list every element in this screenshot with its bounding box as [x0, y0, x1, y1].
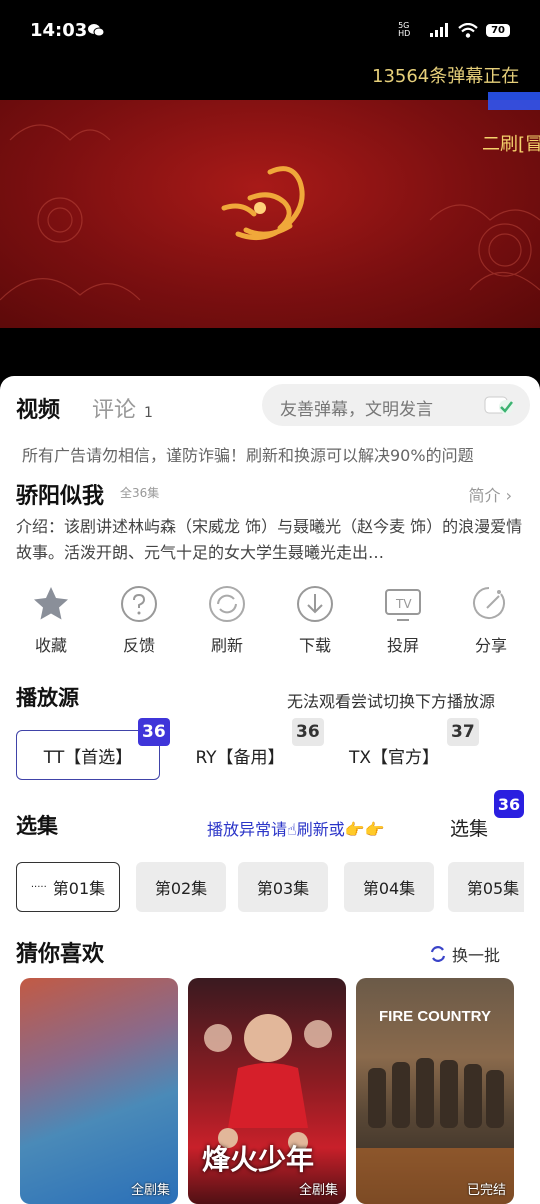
card-tag: 已完结: [466, 1183, 506, 1198]
danmu-input[interactable]: 友善弹幕，文明发言: [262, 384, 530, 426]
signal-icon: [430, 23, 449, 37]
detail-panel: 视频 评论 1 友善弹幕，文明发言 所有广告请勿相信，谨防诈骗！刷新和换源可以解…: [0, 376, 540, 1204]
notice-marquee: 所有广告请勿相信，谨防诈骗！刷新和换源可以解决90%的问题: [22, 446, 474, 465]
favorite-button[interactable]: 收藏: [16, 584, 86, 656]
download-label: 下载: [298, 636, 331, 655]
recommend-card-2[interactable]: 烽火少年 全剧集: [188, 978, 346, 1204]
refresh-batch-label: 换一批: [452, 946, 501, 965]
episodes-all-button[interactable]: 选集: [450, 814, 488, 841]
show-description: 介绍：该剧讲述林屿森（宋威龙 饰）与聂曦光（赵今麦 饰）的浪漫爱情故事。活泼开朗…: [16, 517, 523, 562]
episodes-count-badge: 36: [494, 790, 524, 818]
episode-03[interactable]: 第03集: [238, 862, 328, 912]
battery-indicator: 70: [486, 23, 510, 37]
danmu-text: 二刷[冒: [482, 134, 540, 155]
refresh-label: 刷新: [210, 636, 243, 655]
source-ry[interactable]: RY【备用】: [180, 730, 300, 780]
tab-comment[interactable]: 评论: [92, 392, 136, 424]
card-tag: 全剧集: [130, 1183, 170, 1198]
share-button[interactable]: 分享: [456, 584, 526, 656]
feedback-icon: [121, 586, 157, 622]
playing-indicator: ·····: [30, 881, 47, 893]
status-bar: 14:03 5G HD 70: [0, 0, 540, 60]
refresh-batch-button[interactable]: 换一批: [430, 942, 500, 966]
source-tx[interactable]: TX【官方】: [334, 730, 454, 780]
cast-label: 投屏: [386, 636, 419, 655]
danmu-blue-text: [488, 92, 540, 110]
recommend-card-1[interactable]: 全剧集: [20, 978, 178, 1204]
source-tt-count: 36: [138, 718, 170, 746]
recommend-section-title: 猜你喜欢: [16, 942, 105, 967]
action-bar: 收藏 反馈 刷新 下载 TV 投屏 分享: [16, 584, 526, 656]
source-tx-count: 37: [447, 718, 479, 746]
danmu-input-placeholder: 友善弹幕，文明发言: [280, 400, 433, 420]
source-ry-count: 36: [292, 718, 324, 746]
source-section-title: 播放源: [16, 686, 79, 710]
episodes-hint: 播放异常请☝刷新或👉👉: [207, 820, 385, 839]
video-frame: [0, 100, 540, 328]
comment-count: 1: [144, 405, 153, 421]
cast-button[interactable]: TV 投屏: [368, 584, 438, 656]
refresh-button[interactable]: 刷新: [192, 584, 262, 656]
refresh-batch-icon: [430, 946, 446, 962]
share-icon: [473, 587, 505, 619]
download-button[interactable]: 下载: [280, 584, 350, 656]
episode-02[interactable]: 第02集: [136, 862, 226, 912]
intro-link[interactable]: 简介 ›: [469, 482, 513, 506]
poster-art: [356, 1058, 514, 1204]
episode-list: ····· 第01集 第02集 第03集 第04集 第05集: [16, 862, 524, 914]
download-icon: [297, 586, 333, 622]
recommend-card-3[interactable]: FIRE COUNTRY 已完结: [356, 978, 514, 1204]
recommend-list: 全剧集 烽火少年 全剧集 FIRE COUNTRY 已完结: [20, 978, 520, 1204]
wifi-icon: [458, 22, 478, 38]
episode-04[interactable]: 第04集: [344, 862, 434, 912]
favorite-label: 收藏: [34, 636, 67, 655]
feedback-label: 反馈: [122, 636, 155, 655]
svg-text:TV: TV: [395, 597, 412, 611]
tab-video[interactable]: 视频: [16, 392, 60, 424]
episode-01[interactable]: ····· 第01集: [16, 862, 120, 912]
episode-label: 第01集: [52, 879, 106, 898]
show-title: 骄阳似我: [16, 484, 105, 509]
episodes-section-title: 选集: [16, 814, 58, 838]
danmu-toggle-icon[interactable]: [484, 394, 514, 416]
detail-tabs: 视频 评论 1: [16, 392, 153, 424]
share-label: 分享: [474, 636, 507, 655]
cast-tv-icon: TV: [385, 589, 421, 621]
star-icon: [34, 587, 68, 620]
phoenix-logo-icon: [221, 166, 305, 241]
feedback-button[interactable]: 反馈: [104, 584, 174, 656]
show-episode-total: 全36集: [120, 486, 160, 500]
video-player[interactable]: 13564条弹幕正在 二刷[冒: [0, 60, 540, 376]
poster-title: 烽火少年: [202, 1143, 315, 1176]
source-hint: 无法观看尝试切换下方播放源: [287, 692, 496, 711]
network-label: 5G HD: [398, 21, 411, 38]
wechat-icon: [88, 24, 104, 37]
danmu-count-text: 13564条弹幕正在: [372, 66, 520, 87]
refresh-icon: [209, 586, 245, 622]
episode-05[interactable]: 第05集: [448, 862, 524, 912]
status-time: 14:03: [30, 20, 88, 41]
card-tag: 全剧集: [298, 1183, 338, 1198]
